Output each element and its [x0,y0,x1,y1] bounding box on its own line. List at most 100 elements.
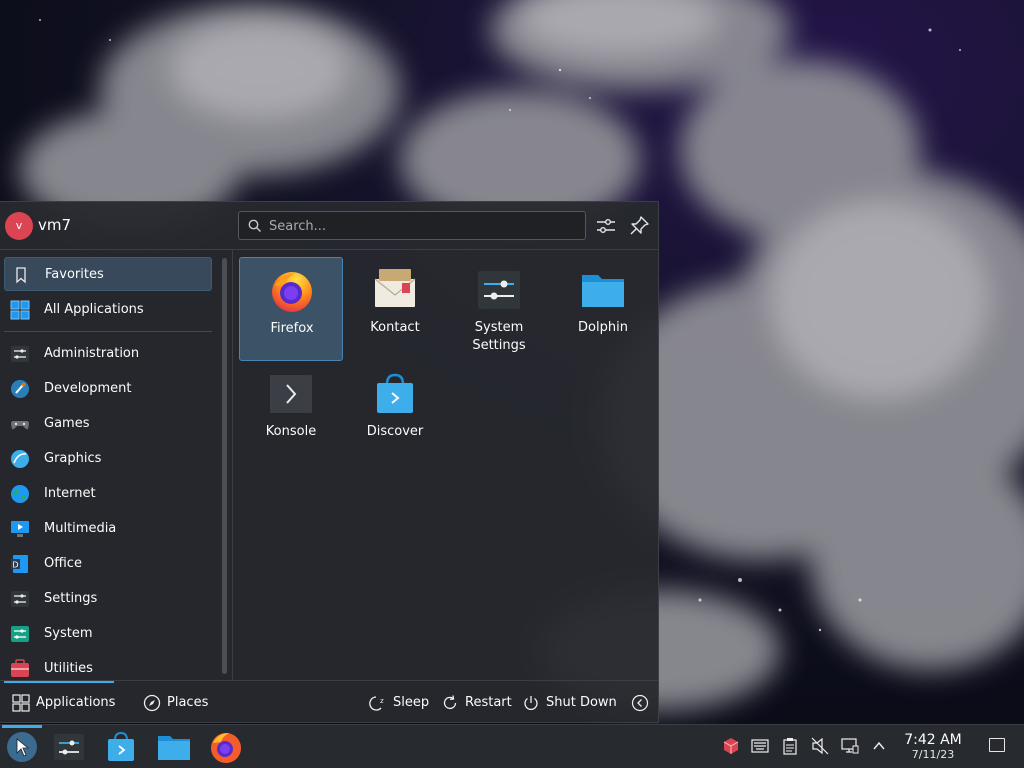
store-icon [377,373,413,413]
username: vm7 [38,216,72,234]
application-launcher: v vm7 Favorites [0,201,659,723]
gamepad-icon [11,421,29,430]
sidebar-item-favorites[interactable]: Favorites [4,257,212,291]
system-settings-icon [478,271,520,309]
clock-date[interactable]: 7/11/23 [889,748,977,761]
app-label: System Settings [472,320,526,353]
system-settings-icon[interactable] [51,729,87,765]
app-label: Kontact [370,320,420,335]
sidebar-item-system[interactable]: System [4,617,212,651]
sidebar-divider [4,331,212,332]
app-discover[interactable]: Discover [343,361,447,465]
sidebar-item-games[interactable]: Games [4,407,212,441]
tab-label: Places [167,695,209,710]
sidebar-item-development[interactable]: Development [4,372,212,406]
sidebar-item-label: Utilities [44,661,93,676]
firefox-icon[interactable] [208,729,244,765]
restart-button[interactable]: Restart [441,681,512,724]
office-icon: D [11,555,28,573]
app-label: Discover [366,424,424,439]
search-input[interactable] [267,212,581,241]
app-label: Konsole [265,424,317,439]
app-label: Firefox [270,321,314,336]
sidebar-item-graphics[interactable]: Graphics [4,442,212,476]
tab-label: Applications [36,695,116,710]
svg-text:z: z [380,697,384,705]
firefox-icon [272,272,312,312]
sidebar-item-label: System [44,626,93,641]
launcher-active-indicator [2,725,42,728]
settings-icon [11,591,29,607]
folder-icon [582,275,624,307]
app-system-settings[interactable]: System Settings [447,257,551,361]
sidebar-item-internet[interactable]: Internet [4,477,212,511]
sidebar-item-office[interactable]: D Office [4,547,212,581]
app-launcher-icon[interactable] [4,729,40,765]
app-kontact[interactable]: Kontact [343,257,447,361]
administration-icon [11,346,29,362]
search-icon [248,219,261,232]
restart-label: Restart [465,695,512,710]
tab-applications[interactable]: Applications [12,681,116,724]
chevron-up-icon[interactable] [870,737,888,755]
kontact-icon [374,269,416,307]
sidebar-item-label: Settings [44,591,98,606]
network-icon[interactable] [841,737,859,755]
shut-down-label: Shut Down [546,695,617,710]
power-icon [524,696,538,710]
tab-places[interactable]: Places [143,681,213,724]
development-icon [11,380,29,398]
sidebar-item-utilities[interactable]: Utilities [4,652,212,680]
grid-icon [12,694,30,712]
sidebar-item-label: Internet [44,486,96,501]
clock-time[interactable]: 7:42 AM [889,732,977,748]
compass-icon [143,694,161,712]
sidebar-item-label: Office [44,556,82,571]
package-icon[interactable] [722,737,740,755]
sidebar-item-administration[interactable]: Administration [4,337,212,371]
globe-icon [11,485,29,503]
svg-text:D: D [12,561,18,570]
pin-icon[interactable] [627,214,651,238]
multimedia-icon [11,521,29,537]
sleep-icon: z [369,696,384,711]
utilities-icon [11,659,29,677]
launcher-footer: Applications Places z Sleep Restart Shut… [0,680,658,723]
sidebar-item-settings[interactable]: Settings [4,582,212,616]
app-dolphin[interactable]: Dolphin [551,257,655,361]
app-firefox[interactable]: Firefox [239,257,343,361]
app-label: Dolphin [578,320,628,335]
avatar[interactable]: v [5,212,33,240]
app-konsole[interactable]: Konsole [239,361,343,465]
sleep-button[interactable]: z Sleep [369,681,429,724]
sidebar-item-multimedia[interactable]: Multimedia [4,512,212,546]
sidebar-item-label: Multimedia [44,521,117,536]
volume-muted-icon[interactable] [811,737,829,755]
sidebar-item-label: All Applications [44,302,144,317]
sidebar-item-label: Development [44,381,132,396]
sidebar-item-label: Favorites [45,267,104,282]
shut-down-button[interactable]: Shut Down [522,681,617,724]
category-sidebar: Favorites All Applications Administratio… [0,250,233,680]
terminal-icon [270,375,312,413]
launcher-header: v vm7 [0,202,658,250]
bookmark-icon [16,267,26,284]
clipboard-icon[interactable] [781,737,799,755]
discover-icon[interactable] [103,729,139,765]
sleep-label: Sleep [393,695,430,710]
sidebar-item-all-applications[interactable]: All Applications [4,293,212,327]
dolphin-icon[interactable] [156,729,192,765]
configure-icon[interactable] [594,214,618,238]
restart-icon [443,695,457,709]
chevron-left-icon[interactable] [631,694,649,712]
grid-icon [10,300,30,320]
sidebar-item-label: Games [44,416,90,431]
show-desktop-icon[interactable] [989,738,1005,752]
keyboard-icon[interactable] [751,737,769,755]
system-icon [11,626,29,642]
sidebar-scrollbar[interactable] [222,258,227,674]
sidebar-item-label: Administration [44,346,140,361]
search-box[interactable] [238,211,586,241]
taskbar: 7:42 AM 7/11/23 [0,724,1024,768]
sidebar-item-label: Graphics [44,451,102,466]
